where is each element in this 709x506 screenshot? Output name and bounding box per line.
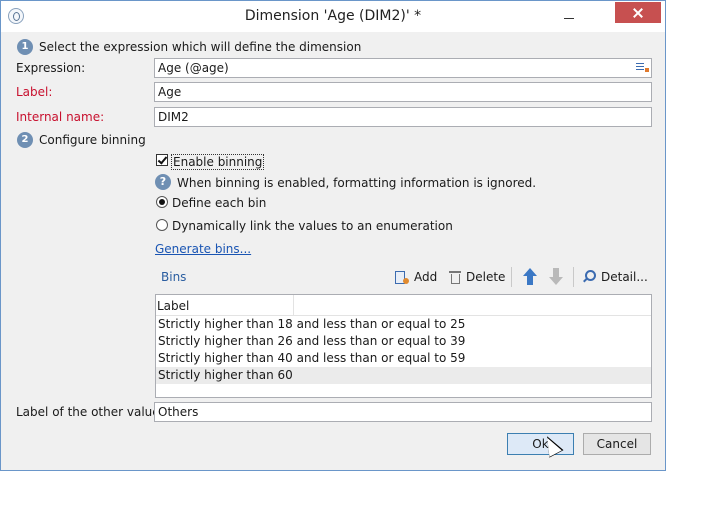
table-row[interactable]: Strictly higher than 18 and less than or… bbox=[156, 316, 651, 333]
add-icon bbox=[395, 270, 409, 284]
expression-editor-icon[interactable] bbox=[633, 59, 651, 77]
magnifier-icon bbox=[583, 270, 596, 283]
label-field-label: Label: bbox=[16, 85, 53, 99]
info-icon: ? bbox=[155, 174, 171, 190]
arrow-down-stem bbox=[553, 268, 559, 277]
table-row[interactable]: Strictly higher than 26 and less than or… bbox=[156, 333, 651, 350]
toolbar-divider bbox=[573, 267, 574, 287]
minimize-button[interactable] bbox=[556, 5, 582, 25]
delete-button[interactable]: Delete bbox=[449, 268, 505, 286]
add-button[interactable]: Add bbox=[395, 268, 437, 286]
detail-button[interactable]: Detail... bbox=[583, 268, 648, 286]
step-number-1: 1 bbox=[17, 39, 33, 55]
grid-header: Label bbox=[156, 295, 651, 316]
dialog-window: Dimension 'Age (DIM2)' * 1 Select the ex… bbox=[0, 0, 666, 471]
add-label: Add bbox=[414, 270, 438, 284]
expression-input[interactable]: Age (@age) bbox=[154, 58, 652, 78]
close-button[interactable] bbox=[615, 2, 661, 23]
dynamic-link-label[interactable]: Dynamically link the values to an enumer… bbox=[172, 219, 453, 233]
expression-label: Expression: bbox=[16, 61, 86, 75]
other-values-label: Label of the other values: bbox=[16, 405, 170, 419]
enable-binning-checkbox[interactable] bbox=[156, 154, 168, 166]
detail-label: Detail... bbox=[601, 270, 648, 284]
bins-title: Bins bbox=[161, 270, 187, 284]
title-bar[interactable]: Dimension 'Age (DIM2)' * bbox=[1, 1, 665, 32]
internal-name-label: Internal name: bbox=[16, 110, 105, 124]
arrow-up-stem bbox=[527, 276, 533, 285]
internal-name-input[interactable]: DIM2 bbox=[154, 107, 652, 127]
arrow-up-icon bbox=[523, 268, 537, 276]
define-each-bin-radio[interactable] bbox=[156, 196, 168, 208]
arrow-down-icon bbox=[549, 277, 563, 285]
trash-icon bbox=[449, 270, 461, 284]
toolbar-divider bbox=[511, 267, 512, 287]
bins-grid[interactable]: Label Strictly higher than 18 and less t… bbox=[155, 294, 652, 398]
other-values-input[interactable]: Others bbox=[154, 402, 652, 422]
step-number-2: 2 bbox=[17, 132, 33, 148]
move-down-button[interactable] bbox=[548, 267, 564, 287]
cancel-button[interactable]: Cancel bbox=[583, 433, 651, 455]
delete-label: Delete bbox=[466, 270, 506, 284]
ok-button[interactable]: Ok bbox=[507, 433, 574, 455]
section1-heading: Select the expression which will define … bbox=[39, 40, 362, 54]
table-row[interactable]: Strictly higher than 40 and less than or… bbox=[156, 350, 651, 367]
move-up-button[interactable] bbox=[522, 267, 538, 287]
dynamic-link-radio[interactable] bbox=[156, 219, 168, 231]
section2-heading: Configure binning bbox=[39, 133, 146, 147]
column-header-label[interactable]: Label bbox=[156, 295, 294, 315]
table-row-selected[interactable]: Strictly higher than 60 bbox=[156, 367, 651, 384]
bins-toolbar: Bins Add Delete Detail... bbox=[155, 264, 652, 290]
enable-binning-label[interactable]: Enable binning bbox=[171, 154, 265, 170]
label-input[interactable]: Age bbox=[154, 82, 652, 102]
define-each-bin-label[interactable]: Define each bin bbox=[172, 196, 266, 210]
binning-info-text: When binning is enabled, formatting info… bbox=[177, 176, 537, 190]
generate-bins-link[interactable]: Generate bins... bbox=[155, 242, 251, 256]
